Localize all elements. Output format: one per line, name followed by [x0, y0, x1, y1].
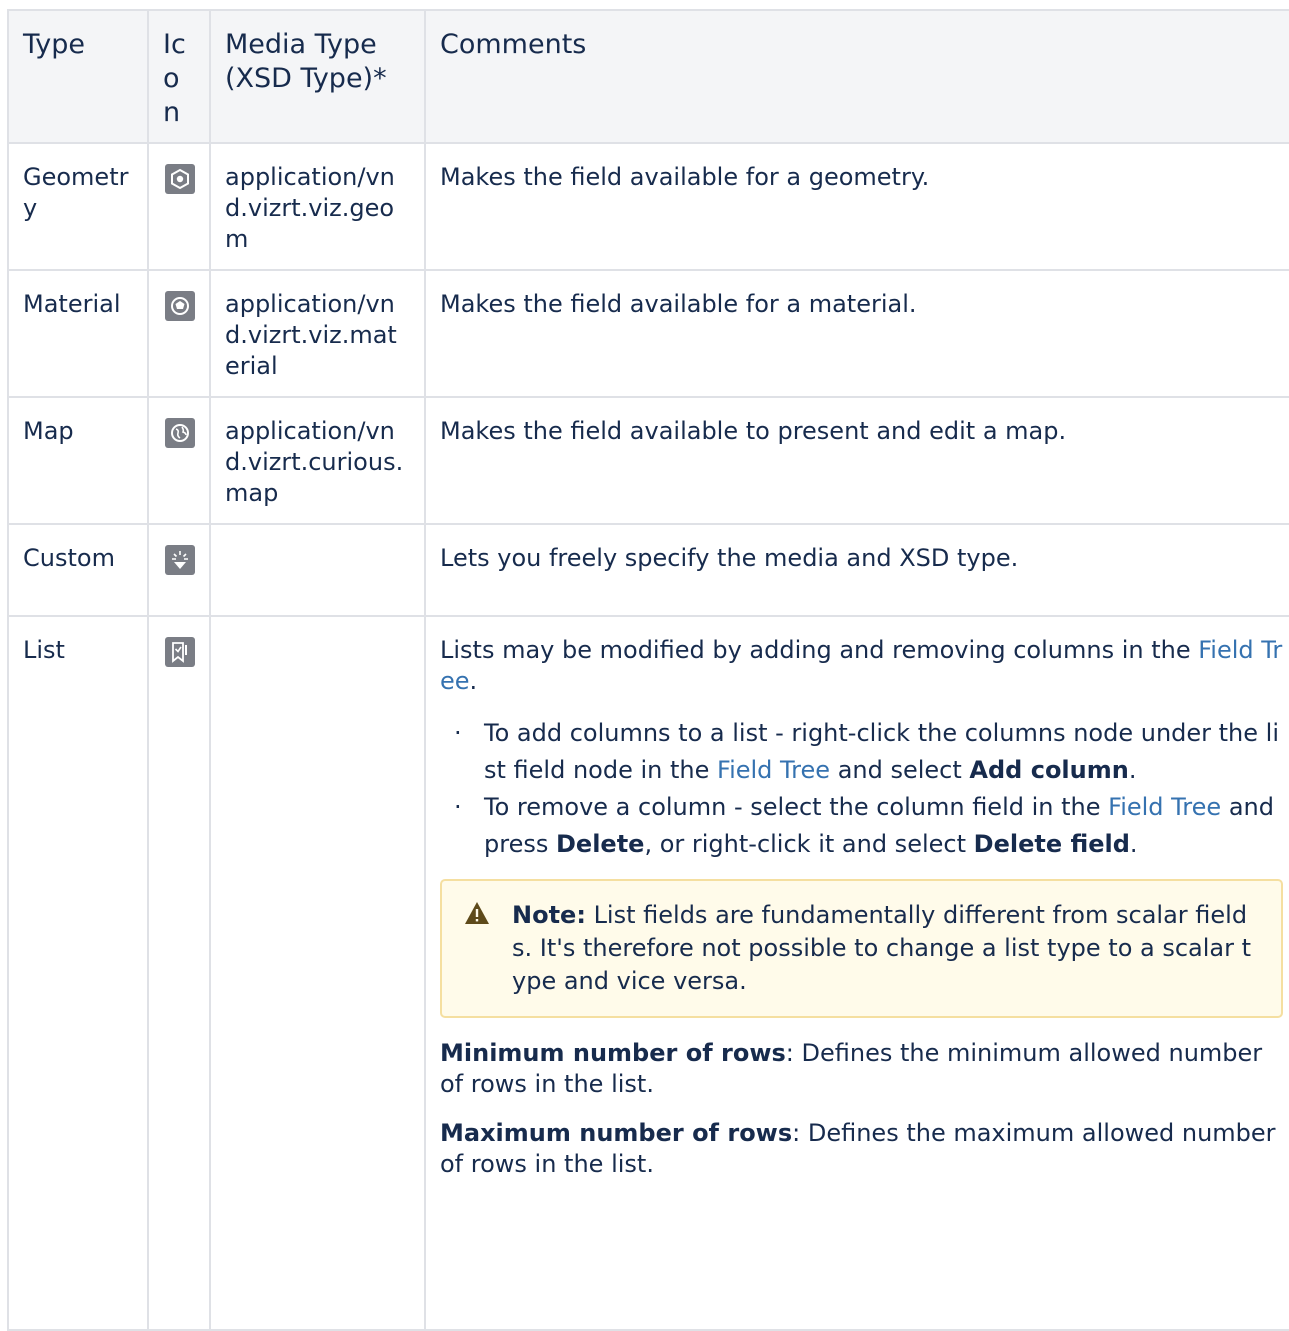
media-type-cell: application/vnd.vizrt.viz.material — [209, 269, 426, 398]
table-row: List Lists may be modified by adding and… — [7, 615, 1289, 1331]
list-intro: Lists may be modified by adding and remo… — [440, 635, 1283, 697]
table-row: Map application/vnd.vizrt.curious.map Ma… — [7, 396, 1289, 525]
table-row: Geometry application/vnd.vizrt.viz.geom … — [7, 142, 1289, 271]
media-type-cell — [209, 615, 426, 1331]
max-rows-label: Maximum number of rows — [440, 1119, 793, 1147]
comment-cell: Lets you freely specify the media and XS… — [424, 523, 1289, 617]
custom-icon — [165, 545, 195, 575]
header-row: Type Ic o n Media Type (XSD Type)* Comment… — [7, 9, 1289, 144]
bullet1-end: . — [1128, 756, 1137, 784]
media-type-cell: application/vnd.vizrt.viz.geom — [209, 142, 426, 271]
icon-cell — [147, 269, 211, 398]
media-type-cell — [209, 523, 426, 617]
warning-icon — [464, 901, 490, 925]
header-media-type: Media Type (XSD Type)* — [209, 9, 426, 144]
note-text: List fields are fundamentally different … — [512, 901, 1252, 995]
icon-cell — [147, 523, 211, 617]
material-icon — [165, 291, 195, 321]
type-cell: Map — [7, 396, 149, 525]
list-item: To add columns to a list - right-click t… — [454, 715, 1283, 789]
header-comments: Comments — [424, 9, 1289, 144]
type-cell: Geometry — [7, 142, 149, 271]
delete-key-label: Delete — [556, 830, 645, 858]
icon-cell — [147, 142, 211, 271]
table-row: Material application/vnd.vizrt.viz.mater… — [7, 269, 1289, 398]
media-types-table: Type Ic o n Media Type (XSD Type)* Comment… — [7, 9, 1289, 1331]
add-column-label: Add column — [969, 756, 1129, 784]
type-cell: Custom — [7, 523, 149, 617]
min-rows-label: Minimum number of rows — [440, 1039, 786, 1067]
comment-cell: Makes the field available for a material… — [424, 269, 1289, 398]
list-steps: To add columns to a list - right-click t… — [440, 715, 1283, 863]
list-item: To remove a column - select the column f… — [454, 789, 1283, 863]
min-rows-paragraph: Minimum number of rows: Defines the mini… — [440, 1038, 1283, 1100]
type-cell: List — [7, 615, 149, 1331]
list-intro-text: Lists may be modified by adding and remo… — [440, 636, 1191, 664]
delete-field-label: Delete field — [973, 830, 1130, 858]
bullet2-end: . — [1129, 830, 1138, 858]
note-label: Note: — [512, 901, 586, 929]
bullet2-text3: , or right-click it and select — [644, 830, 966, 858]
bullet1-text2: and select — [837, 756, 962, 784]
list-intro-end: . — [469, 667, 478, 695]
max-rows-paragraph: Maximum number of rows: Defines the maxi… — [440, 1118, 1283, 1180]
field-tree-link[interactable]: Field Tree — [717, 756, 830, 784]
type-cell: Material — [7, 269, 149, 398]
icon-cell — [147, 396, 211, 525]
globe-icon — [165, 418, 195, 448]
header-type: Type — [7, 9, 149, 144]
comment-cell: Lists may be modified by adding and remo… — [424, 615, 1289, 1331]
bullet2-text: To remove a column - select the column f… — [484, 793, 1101, 821]
header-icon: Ic o n — [147, 9, 211, 144]
note-panel: Note: List fields are fundamentally diff… — [440, 879, 1283, 1018]
field-tree-link[interactable]: Field Tree — [1108, 793, 1221, 821]
media-type-cell: application/vnd.vizrt.curious.map — [209, 396, 426, 525]
comment-cell: Makes the field available to present and… — [424, 396, 1289, 525]
icon-cell — [147, 615, 211, 1331]
list-icon — [165, 637, 195, 667]
table-row: Custom Lets you freely specify the media… — [7, 523, 1289, 617]
comment-cell: Makes the field available for a geometry… — [424, 142, 1289, 271]
geometry-icon — [165, 164, 195, 194]
